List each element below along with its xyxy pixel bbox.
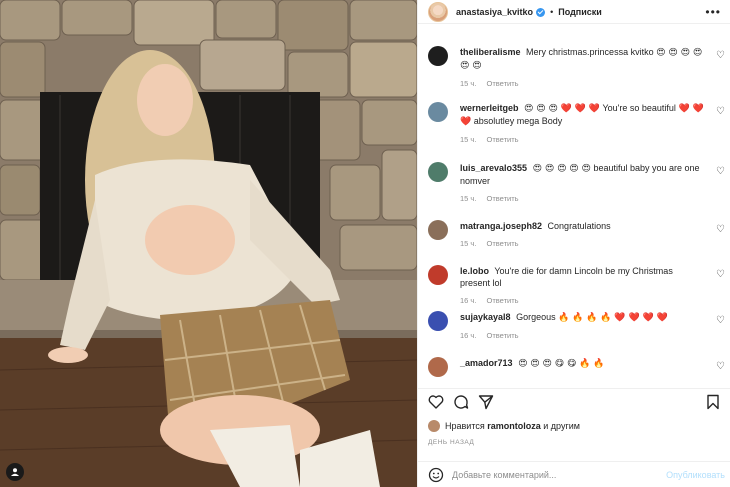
author-avatar[interactable] <box>428 1 448 22</box>
post-photo[interactable] <box>0 0 417 487</box>
heart-icon[interactable]: ♡ <box>716 106 725 117</box>
comment-body: You're so beautiful <box>602 103 676 113</box>
comment-item: _amador713 😍 😍 😍 😋 😋 🔥 🔥 ♡ <box>418 357 730 377</box>
comment-username[interactable]: le.lobo <box>460 266 489 276</box>
comment-item: theliberalisme Mery christmas.princessa … <box>418 46 730 88</box>
commenter-avatar[interactable] <box>428 220 448 240</box>
send-icon[interactable] <box>478 394 494 410</box>
comment-item: matranga.joseph82 Congratulations 15 ч. … <box>418 220 730 248</box>
comment-time[interactable]: 15 ч. <box>460 79 476 88</box>
likes-summary: Нравится ramontoloza и другим <box>428 420 580 432</box>
comment-time[interactable]: 15 ч. <box>460 135 476 144</box>
comment-body: Mery christmas.princessa kvitko <box>526 47 654 57</box>
comment-text: sujaykayal8 Gorgeous 🔥 🔥 🔥 🔥 ❤️ ❤️ ❤️ ❤️ <box>460 311 705 324</box>
commenter-avatar[interactable] <box>428 311 448 331</box>
reply-button[interactable]: Ответить <box>487 135 519 144</box>
comment-time[interactable]: 15 ч. <box>460 239 476 248</box>
photo-image <box>0 0 417 487</box>
commenter-avatar[interactable] <box>428 102 448 122</box>
comment-username[interactable]: luis_arevalo355 <box>460 163 527 173</box>
comment-meta: 16 ч. Ответить <box>460 331 705 340</box>
comment-meta: 15 ч. Ответить <box>460 239 705 248</box>
comment-list[interactable]: theliberalisme Mery christmas.princessa … <box>418 36 730 382</box>
comment-username[interactable]: sujaykayal8 <box>460 312 511 322</box>
comment-body: Congratulations <box>547 221 611 231</box>
comment-text: theliberalisme Mery christmas.princessa … <box>460 46 705 72</box>
comment-text: luis_arevalo355 😍 😍 😍 😍 😍 beautiful baby… <box>460 162 705 187</box>
bookmark-icon[interactable] <box>705 394 721 410</box>
comment-meta: 16 ч. Ответить <box>460 296 705 305</box>
heart-icon[interactable]: ♡ <box>716 166 725 177</box>
post-sidebar: anastasiya_kvitko • Подписки ••• thelibe… <box>417 0 730 487</box>
comment-text: le.lobo You're die for damn Lincoln be m… <box>460 265 705 289</box>
more-horizontal-icon[interactable]: ••• <box>705 5 721 19</box>
reply-button[interactable]: Ответить <box>487 194 519 203</box>
comment-item: wernerleitgeb 😍 😍 😍 ❤️ ❤️ ❤️ You're so b… <box>418 102 730 144</box>
comment-emoji: 🔥 🔥 🔥 🔥 ❤️ ❤️ ❤️ ❤️ <box>558 313 668 323</box>
comment-username[interactable]: matranga.joseph82 <box>460 221 542 231</box>
comment-emoji: 😍 😍 😍 ❤️ ❤️ ❤️ <box>524 104 601 114</box>
comment-item: le.lobo You're die for damn Lincoln be m… <box>418 265 730 305</box>
comment-item: luis_arevalo355 😍 😍 😍 😍 😍 beautiful baby… <box>418 162 730 203</box>
verified-icon <box>536 8 546 17</box>
heart-icon[interactable] <box>428 394 444 410</box>
comment-body-continued: absolutley mega Body <box>473 116 563 126</box>
comment-meta: 15 ч. Ответить <box>460 135 705 144</box>
tagged-user-icon[interactable] <box>6 463 24 481</box>
comment-text: matranga.joseph82 Congratulations <box>460 220 705 232</box>
heart-icon[interactable]: ♡ <box>716 224 725 235</box>
comment-item: sujaykayal8 Gorgeous 🔥 🔥 🔥 🔥 ❤️ ❤️ ❤️ ❤️… <box>418 311 730 340</box>
commenter-avatar[interactable] <box>428 265 448 285</box>
liker-avatar[interactable] <box>428 420 440 432</box>
reply-button[interactable]: Ответить <box>487 79 519 88</box>
comment-username[interactable]: theliberalisme <box>460 47 521 57</box>
comment-emoji: 😍 😍 😍 😍 😍 <box>532 164 591 174</box>
comment-text: wernerleitgeb 😍 😍 😍 ❤️ ❤️ ❤️ You're so b… <box>460 102 705 128</box>
comment-body: Gorgeous <box>516 312 556 322</box>
likes-prefix: Нравится <box>445 421 485 431</box>
comment-time[interactable]: 16 ч. <box>460 331 476 340</box>
author-username[interactable]: anastasiya_kvitko <box>456 7 533 17</box>
reply-button[interactable]: Ответить <box>487 331 519 340</box>
heart-icon[interactable]: ♡ <box>716 361 725 372</box>
liker-username[interactable]: ramontoloza <box>487 421 541 431</box>
post-actions <box>418 388 730 414</box>
heart-icon[interactable]: ♡ <box>716 315 725 326</box>
comment-input[interactable] <box>452 466 662 484</box>
comment-body: You're die for damn Lincoln be my Christ… <box>460 266 673 288</box>
commenter-avatar[interactable] <box>428 46 448 66</box>
heart-icon[interactable]: ♡ <box>716 269 725 280</box>
comment-meta: 15 ч. Ответить <box>460 79 705 88</box>
commenter-avatar[interactable] <box>428 357 448 377</box>
comment-emoji: 😍 😍 😍 😋 😋 🔥 🔥 <box>518 359 605 369</box>
comment-meta: 15 ч. Ответить <box>460 194 705 203</box>
post-date[interactable]: ДЕНЬ НАЗАД <box>428 439 474 446</box>
post-header: anastasiya_kvitko • Подписки ••• <box>418 0 730 24</box>
comment-time[interactable]: 15 ч. <box>460 194 476 203</box>
comment-time[interactable]: 16 ч. <box>460 296 476 305</box>
comment-text: _amador713 😍 😍 😍 😋 😋 🔥 🔥 <box>460 357 705 370</box>
likes-suffix[interactable]: и другим <box>543 421 580 431</box>
comment-icon[interactable] <box>453 394 469 410</box>
comment-composer: Опубликовать <box>418 461 730 487</box>
commenter-avatar[interactable] <box>428 162 448 182</box>
separator-dot: • <box>550 6 554 17</box>
publish-button[interactable]: Опубликовать <box>666 470 725 480</box>
comment-username[interactable]: _amador713 <box>460 358 513 368</box>
smile-icon[interactable] <box>428 467 444 483</box>
comment-username[interactable]: wernerleitgeb <box>460 103 519 113</box>
reply-button[interactable]: Ответить <box>487 296 519 305</box>
heart-icon[interactable]: ♡ <box>716 50 725 61</box>
reply-button[interactable]: Ответить <box>487 239 519 248</box>
following-button[interactable]: Подписки <box>558 7 602 17</box>
